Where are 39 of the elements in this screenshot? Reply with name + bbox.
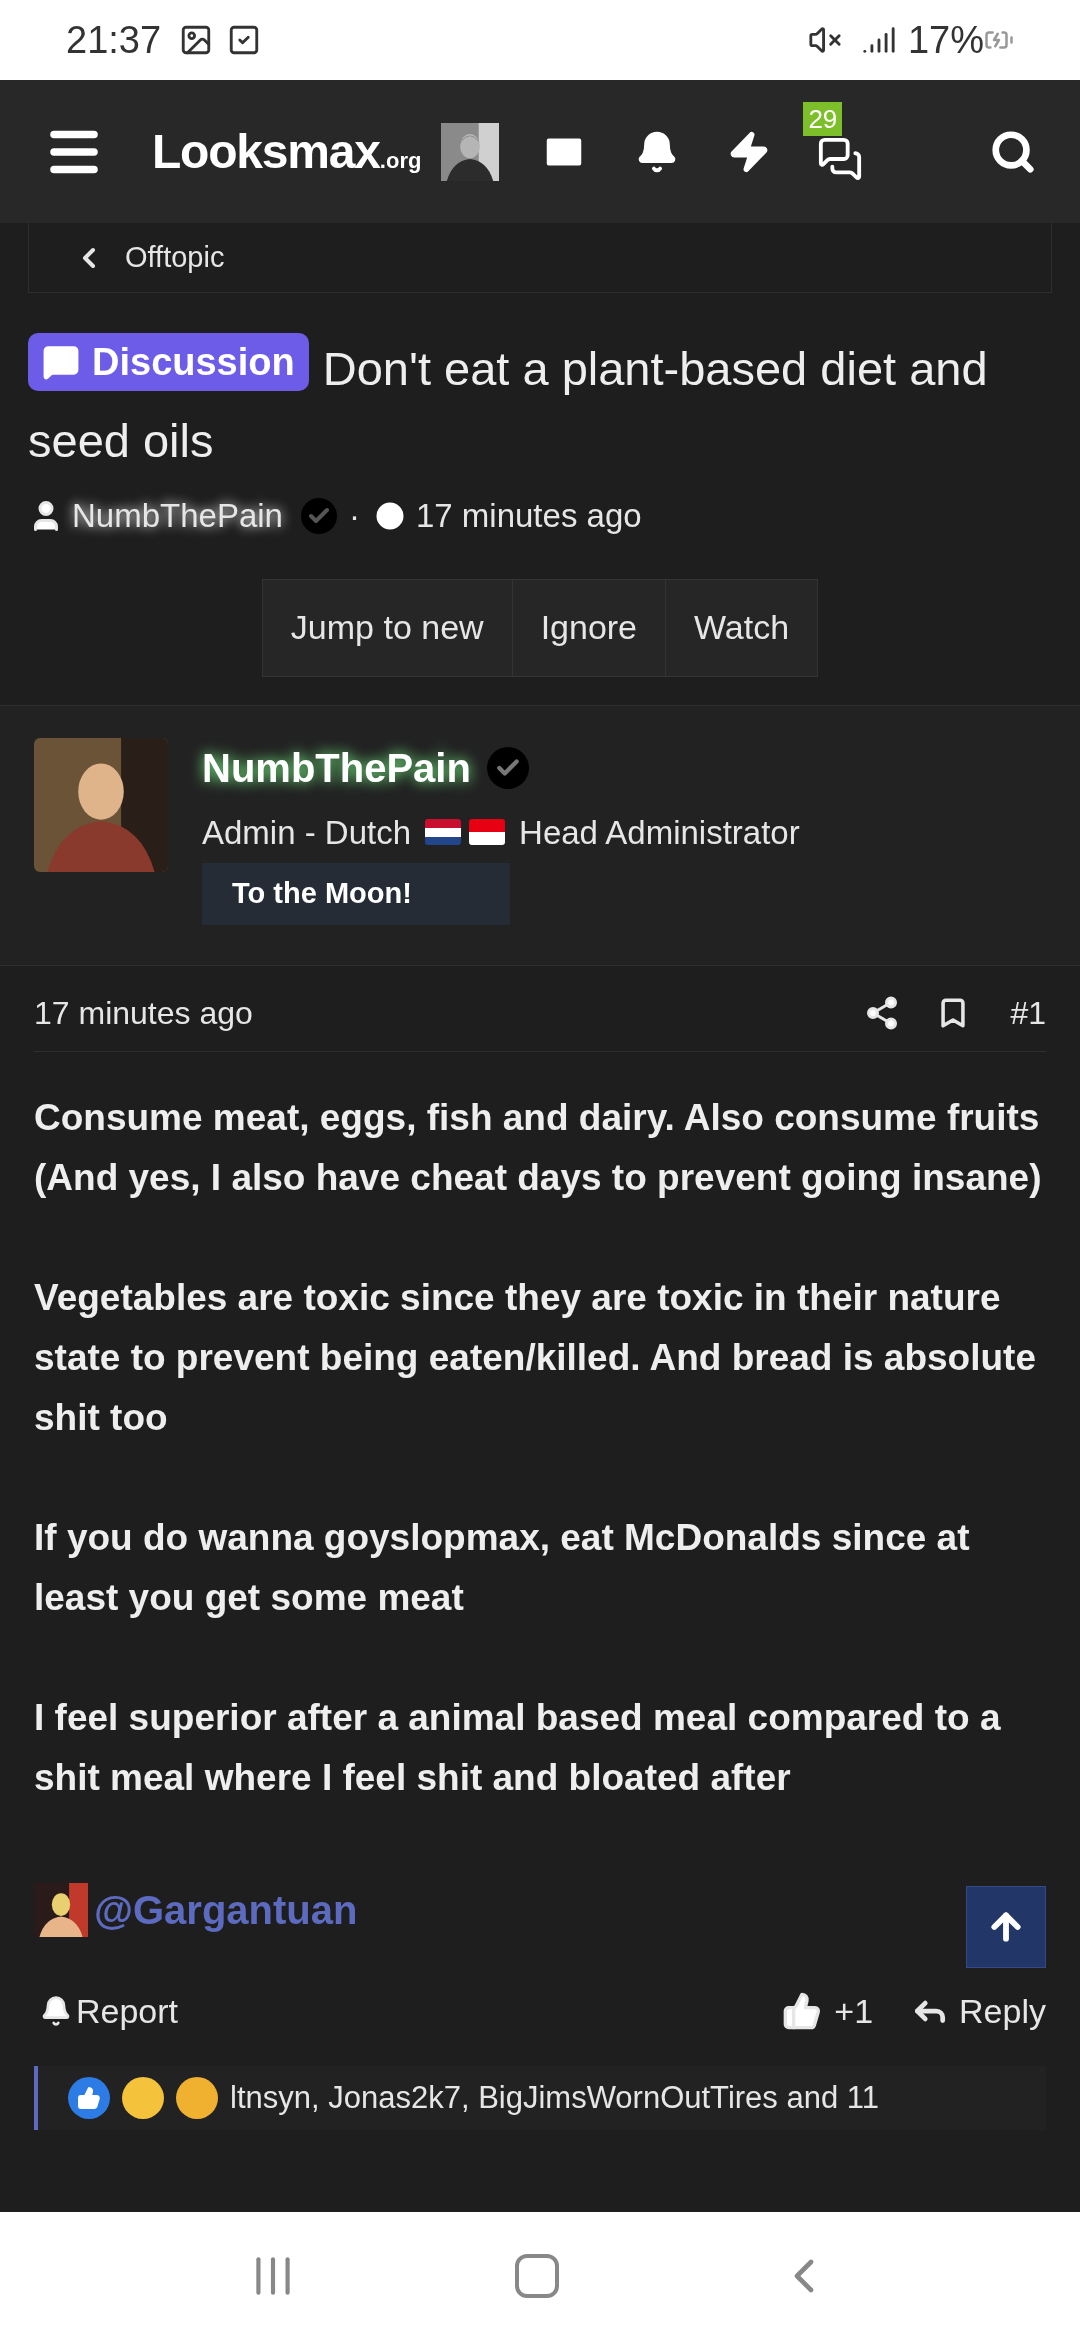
like-button[interactable]: +1 xyxy=(782,1985,874,2037)
thread-action-button[interactable]: Watch xyxy=(665,579,818,676)
separator-dot: · xyxy=(348,496,360,536)
thread-title: Discussion Don't eat a plant-based diet and seed oils xyxy=(28,333,1052,477)
flag-icon xyxy=(469,819,506,846)
clock-time: 21:37 xyxy=(66,17,162,63)
battery-level: 17% xyxy=(907,17,984,63)
user-banner: To the Moon! xyxy=(202,863,510,925)
verified-icon xyxy=(486,746,529,789)
chat-bubbles-icon xyxy=(817,135,864,182)
thread-action-button[interactable]: Jump to new xyxy=(262,579,512,676)
user-title: Head Administrator xyxy=(519,812,800,853)
unread-count: 29 xyxy=(803,101,843,136)
thumbs-up-icon xyxy=(782,1991,823,2031)
verified-icon xyxy=(300,497,337,534)
post-number-link[interactable]: #1 xyxy=(1010,988,1046,1037)
bell-icon xyxy=(40,1995,72,2027)
reply-button[interactable]: Reply xyxy=(911,1985,1046,2037)
reaction-users: ltnsyn, Jonas2k7, BigJimsWornOutTires and 11 xyxy=(230,2078,879,2117)
post-paragraph: If you do wanna goyslopmax, eat McDonalds since at least you get some meat xyxy=(34,1516,971,1620)
search-button[interactable] xyxy=(990,128,1036,175)
post-paragraph: Vegetables are toxic since they are toxic in their nature state to prevent being eaten/killed. And bread is absolute shit too xyxy=(34,1276,1037,1440)
user-role: Admin - Dutch xyxy=(202,812,412,853)
home-button[interactable] xyxy=(515,2254,559,2298)
thread-time: 17 minutes ago xyxy=(415,496,642,536)
discussion-tag: Discussion xyxy=(28,333,309,391)
flag-icon xyxy=(425,819,462,846)
author-link[interactable]: NumbThePain xyxy=(72,491,283,541)
like-reaction-icon xyxy=(68,2077,110,2119)
poster-name[interactable]: NumbThePain xyxy=(202,737,471,798)
post-paragraph: Consume meat, eggs, fish and dairy. Also consume fruits (And yes, I also have cheat days to prevent going insane) xyxy=(34,1096,1043,1200)
scroll-top-button[interactable] xyxy=(966,1885,1046,1968)
site-logo[interactable]: Looksmax.org xyxy=(152,115,422,188)
post-time: 17 minutes ago xyxy=(34,993,253,1033)
breadcrumb-link[interactable]: Offtopic xyxy=(73,235,225,280)
chat-bubble-icon xyxy=(42,343,80,381)
post-paragraph: I feel superior after a animal based meal compared to a shit meal where I feel shit and bloated after xyxy=(34,1696,1002,1800)
report-button[interactable]: Report xyxy=(40,1985,179,2037)
thread-action-button[interactable]: Ignore xyxy=(511,579,666,676)
